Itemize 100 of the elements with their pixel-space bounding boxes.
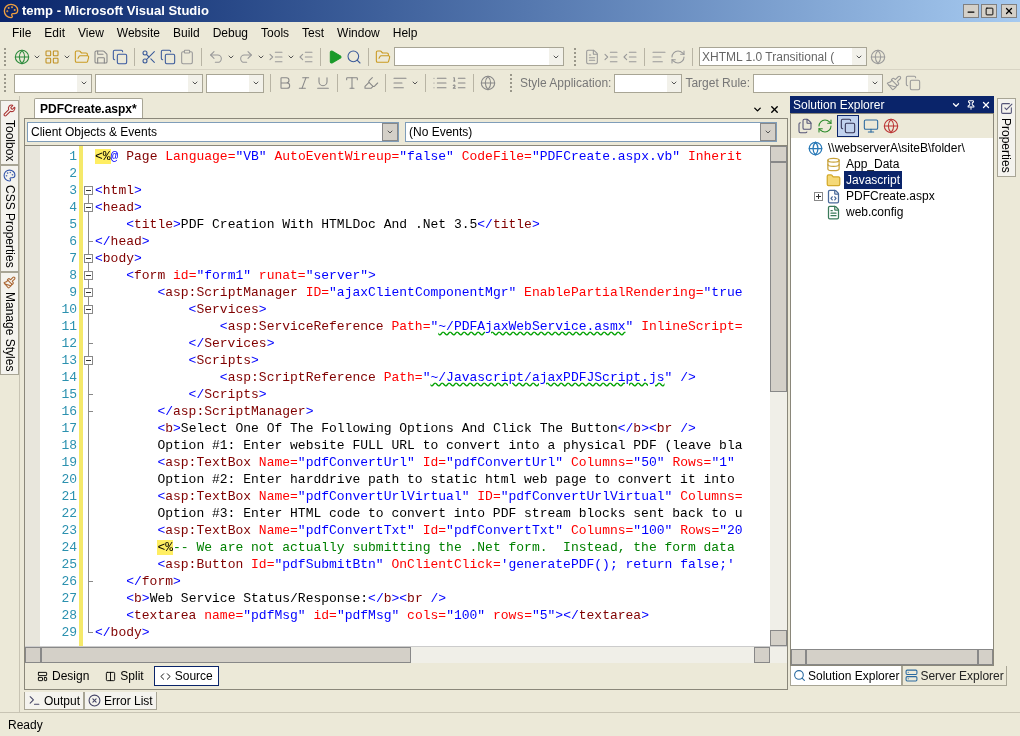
menu-item[interactable]: View — [72, 24, 110, 42]
copy-icon[interactable] — [160, 48, 176, 65]
code-line: <textarea name="pdfMsg" id="pdfMsg" cols="100" rows="5"></textarea> — [125, 607, 649, 624]
caret-icon[interactable] — [871, 79, 880, 87]
search-icon[interactable] — [346, 48, 362, 65]
line-number: 29 — [60, 624, 78, 641]
menu-item[interactable]: Edit — [38, 24, 72, 42]
menu-item[interactable]: Help — [386, 24, 424, 42]
menu-item[interactable]: Test — [296, 24, 331, 42]
line-number: 27 — [60, 590, 78, 607]
copy-icon[interactable] — [840, 118, 856, 134]
folder-icon[interactable] — [375, 48, 391, 65]
horizontal-scrollbar[interactable] — [791, 649, 993, 665]
line-number: 25 — [60, 556, 78, 573]
view-tab[interactable]: Design — [31, 666, 96, 686]
status-bar: Ready — [0, 712, 1020, 736]
maximize-button[interactable] — [981, 4, 997, 18]
highlighter-icon[interactable] — [363, 75, 379, 91]
menu-item[interactable]: Window — [331, 24, 386, 42]
document-icon[interactable] — [584, 48, 600, 65]
line-number: 23 — [60, 522, 78, 539]
view-tab[interactable]: Source — [153, 666, 219, 686]
fold-marker[interactable] — [83, 301, 94, 318]
underline-icon[interactable] — [315, 75, 331, 91]
clipboard-icon[interactable] — [179, 48, 195, 65]
files-icon[interactable] — [797, 118, 813, 134]
close-button[interactable] — [1001, 4, 1017, 18]
numbered-list-icon[interactable] — [451, 75, 467, 91]
fold-marker[interactable] — [83, 267, 94, 284]
side-tab[interactable]: Toolbox — [0, 100, 19, 166]
caret-icon[interactable] — [764, 128, 772, 136]
side-tab[interactable]: CSS Properties — [0, 165, 19, 273]
view-tab[interactable]: Split — [99, 666, 150, 686]
tree-item[interactable]: PDFCreate.aspx — [844, 187, 937, 205]
stack-icon[interactable] — [905, 75, 922, 91]
properties-icon — [999, 102, 1013, 115]
line-number: 26 — [60, 573, 78, 590]
play-icon[interactable] — [327, 48, 343, 65]
tree-item[interactable]: Javascript — [844, 171, 903, 189]
brush-icon[interactable] — [886, 75, 903, 91]
caret-icon[interactable] — [411, 79, 419, 87]
caret-icon[interactable] — [191, 79, 199, 87]
bullet-list-icon[interactable] — [432, 75, 448, 91]
side-tab[interactable]: Manage Styles — [0, 272, 19, 376]
line-number: 6 — [68, 233, 78, 250]
fold-marker[interactable] — [83, 199, 94, 216]
fold-marker[interactable] — [83, 250, 94, 267]
tree-item[interactable]: App_Data — [844, 155, 902, 173]
tree-item[interactable]: \\webserverA\siteB\folder\ — [826, 139, 967, 157]
expand-icon[interactable] — [813, 191, 823, 201]
monitor-icon[interactable] — [863, 118, 879, 134]
menu-item[interactable]: Debug — [206, 24, 255, 42]
panel-tab[interactable]: Solution Explorer — [790, 666, 903, 686]
minimize-button[interactable] — [963, 4, 979, 18]
code-line: <b>Web Service Status/Response:</b><br /> — [125, 590, 447, 607]
doctype-dropdown[interactable]: XHTML 1.0 Transitional ( — [699, 47, 867, 66]
panel-tab[interactable]: Error List — [84, 692, 157, 710]
caret-icon[interactable] — [252, 79, 260, 87]
globe-icon[interactable] — [883, 118, 899, 134]
vertical-scrollbar[interactable] — [770, 146, 787, 646]
menu-item[interactable]: Tools — [255, 24, 296, 42]
code-line: <asp:ScriptManager ID="ajaxClientComponentMgr" EnablePartialRendering="true — [156, 284, 743, 301]
fold-marker[interactable] — [83, 284, 94, 301]
menu-item[interactable]: File — [6, 24, 38, 42]
panel-tab[interactable]: Output — [24, 692, 85, 710]
save-all-icon[interactable] — [112, 48, 128, 65]
panel-tab[interactable]: Server Explorer — [902, 666, 1007, 686]
document-tab[interactable]: PDFCreate.aspx* — [34, 98, 143, 118]
caret-icon[interactable] — [80, 79, 88, 87]
globe-icon[interactable] — [480, 75, 496, 91]
menu-item[interactable]: Website — [110, 24, 166, 42]
italic-icon[interactable] — [296, 75, 312, 91]
view-icon — [159, 670, 171, 682]
dropdown-icon[interactable] — [752, 104, 763, 115]
pin-icon[interactable] — [966, 99, 976, 110]
scissors-icon[interactable] — [141, 48, 157, 65]
wrap-icon[interactable] — [670, 48, 686, 65]
horizontal-scrollbar[interactable] — [25, 646, 787, 663]
save-icon[interactable] — [93, 48, 109, 65]
side-tab[interactable]: Properties — [996, 98, 1016, 177]
object-dropdown[interactable]: Client Objects & Events — [27, 122, 399, 142]
folder-database-icon — [826, 156, 841, 172]
line-number: 22 — [60, 505, 78, 522]
fold-marker[interactable] — [83, 352, 94, 369]
event-dropdown[interactable]: (No Events) — [405, 122, 777, 142]
globe-icon[interactable] — [870, 48, 886, 65]
code-line: <body> — [94, 250, 142, 267]
caret-icon[interactable] — [670, 79, 679, 87]
font-color-icon[interactable] — [344, 75, 360, 91]
refresh-icon[interactable] — [817, 118, 833, 134]
caret-icon[interactable] — [386, 128, 394, 136]
menu-item[interactable]: Build — [166, 24, 206, 42]
bold-icon[interactable] — [277, 75, 293, 91]
line-number: 18 — [60, 437, 78, 454]
globe-icon[interactable] — [14, 48, 30, 65]
code-line: </head> — [94, 233, 150, 250]
tree-item[interactable]: web.config — [844, 203, 906, 221]
close-icon[interactable] — [769, 104, 780, 115]
line-number: 19 — [60, 454, 78, 471]
close-icon[interactable] — [981, 99, 991, 110]
